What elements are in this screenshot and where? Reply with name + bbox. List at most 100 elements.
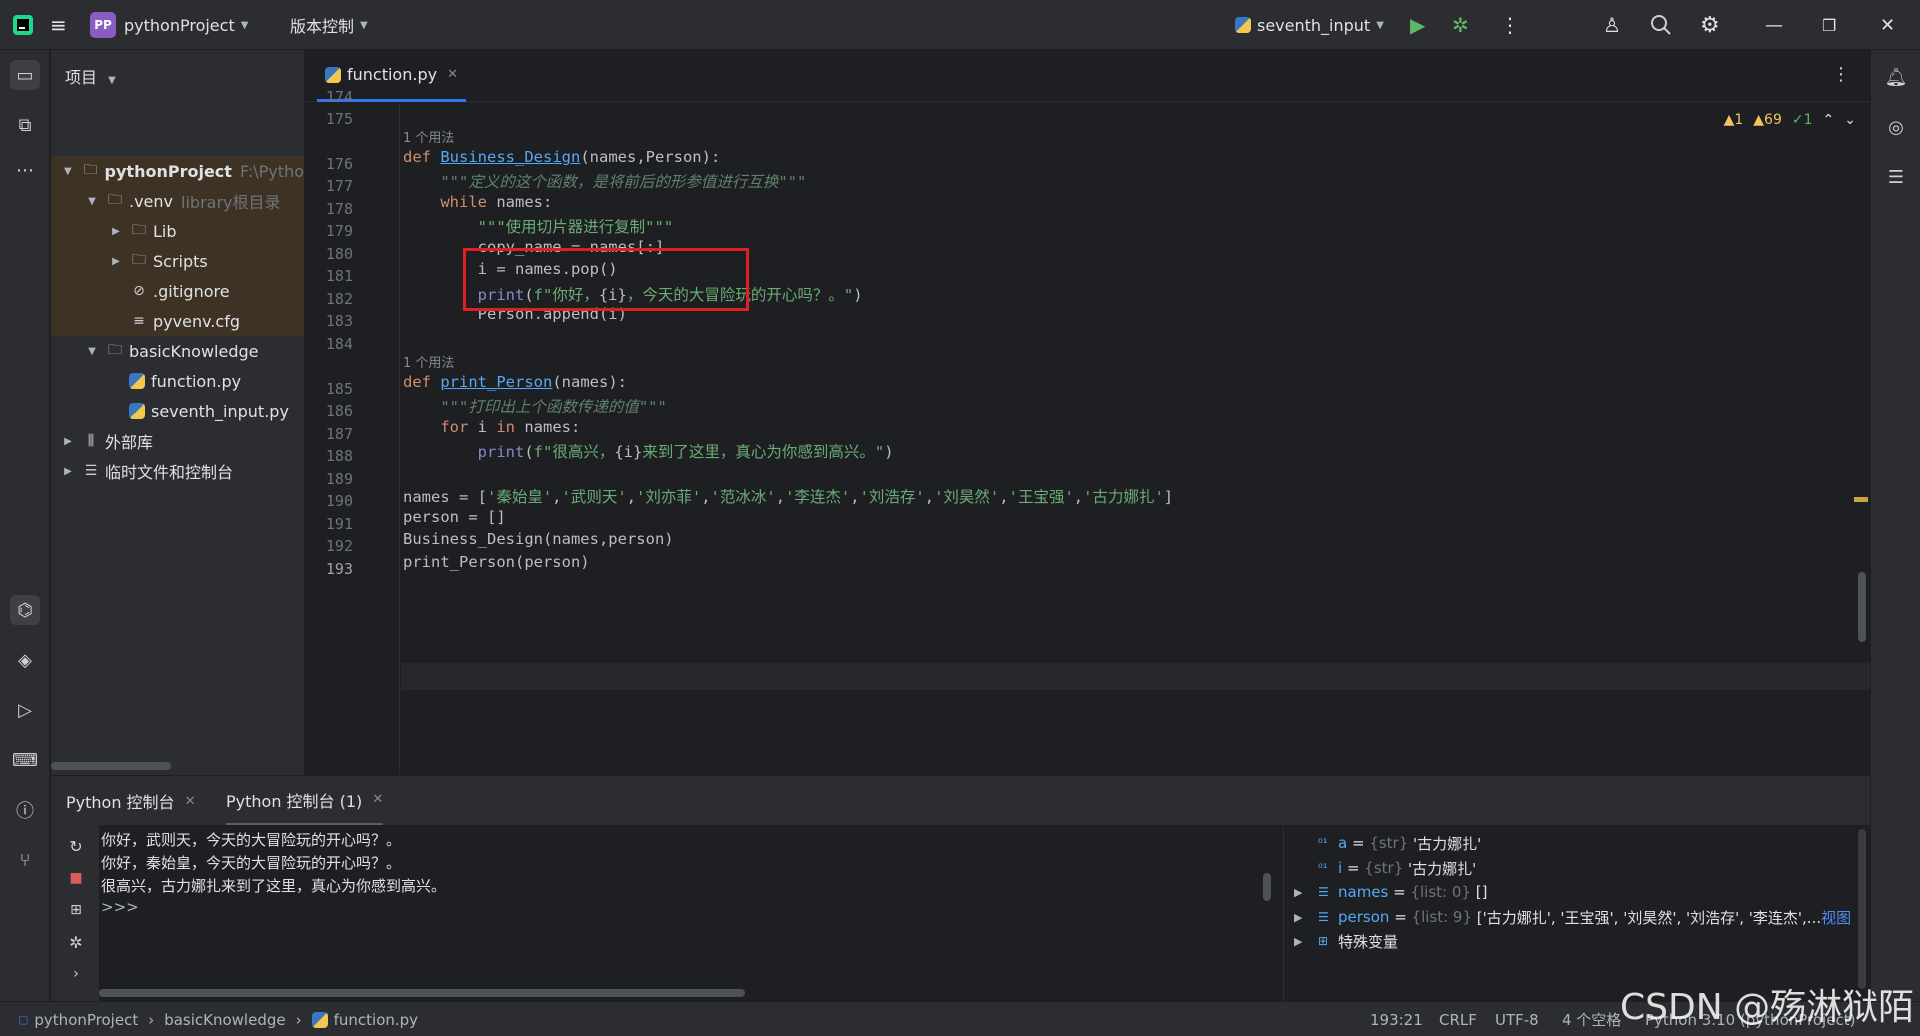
chevron-right-icon[interactable]: ▶ (61, 436, 75, 447)
chevron-right-icon[interactable]: ▶ (1294, 911, 1318, 924)
tab-python-console[interactable]: Python 控制台 ✕ (66, 776, 195, 826)
tree-item[interactable]: ▶ ⫼ 外部库 (51, 426, 304, 456)
line-number[interactable]: 183 (305, 312, 353, 330)
tree-item[interactable]: ⊘ .gitignore (51, 276, 304, 306)
more-tools-icon[interactable]: ⋯ (10, 155, 40, 185)
breadcrumb-project[interactable]: pythonProject (34, 1011, 138, 1029)
python-console-icon[interactable]: ⌬ (10, 595, 40, 625)
tree-item[interactable]: ▶ ☰ 临时文件和控制台 (51, 456, 304, 486)
tree-item[interactable]: ▶ 🗀︎ Lib (51, 216, 304, 246)
terminal-icon[interactable]: ⌨ (10, 745, 40, 775)
close-window-icon[interactable]: ✕ (1880, 0, 1895, 50)
line-number[interactable]: 187 (305, 425, 353, 443)
usage-hint[interactable]: 1 个用法 (403, 352, 454, 371)
inspection-widget[interactable]: ▲1 ▲69 ✓1 ⌃ ⌄ (1724, 112, 1856, 128)
line-number[interactable]: 180 (305, 245, 353, 263)
close-tab-icon[interactable]: ✕ (185, 794, 196, 809)
chevron-right-icon[interactable]: ▶ (1294, 886, 1318, 899)
ai-assistant-icon[interactable]: ◎ (1881, 112, 1911, 142)
tree-item[interactable]: ▼ 🗀︎ pythonProject F:\Pytho (51, 156, 304, 186)
line-number[interactable]: 190 (305, 492, 353, 510)
line-number[interactable]: 182 (305, 290, 353, 308)
chevron-down-icon[interactable]: ▼ (85, 346, 99, 357)
tab-python-console-1[interactable]: Python 控制台 (1) ✕ (226, 776, 384, 826)
warning-stripe-marker[interactable] (1854, 497, 1868, 502)
close-tab-icon[interactable]: ✕ (447, 67, 458, 82)
more-actions-icon[interactable]: ⋮ (1500, 0, 1520, 50)
line-number[interactable]: 177 (305, 177, 353, 195)
structure-icon[interactable]: ⧉ (10, 110, 40, 140)
project-panel-header[interactable]: 项目 ▼ (65, 64, 116, 88)
console-horizontal-scrollbar[interactable] (99, 989, 745, 997)
next-issue-icon[interactable]: ⌄ (1844, 112, 1856, 128)
git-icon[interactable]: ⑂ (10, 845, 40, 875)
line-number[interactable]: 175 (305, 110, 353, 128)
project-switcher[interactable]: PP pythonProject ▼ (90, 0, 248, 50)
stop-icon[interactable]: ■ (61, 863, 91, 893)
chevron-right-icon[interactable]: ▶ (61, 466, 75, 477)
line-number[interactable]: 186 (305, 402, 353, 420)
expand-icon[interactable]: › (61, 959, 91, 989)
line-number[interactable]: 176 (305, 155, 353, 173)
line-number[interactable]: 189 (305, 470, 353, 488)
problems-icon[interactable]: ⓘ (10, 795, 40, 825)
search-icon[interactable] (1650, 0, 1672, 50)
line-number[interactable]: 188 (305, 447, 353, 465)
variables-scrollbar[interactable] (1858, 829, 1866, 989)
usage-hint[interactable]: 1 个用法 (403, 127, 454, 146)
line-number[interactable]: 178 (305, 200, 353, 218)
code-editor[interactable]: ▲1 ▲69 ✓1 ⌃ ⌄ 1 个用法 def Business_Design(… (401, 102, 1870, 774)
app-logo-icon[interactable] (12, 0, 34, 50)
line-number[interactable]: 174 (305, 88, 353, 106)
line-number[interactable]: 179 (305, 222, 353, 240)
horizontal-scrollbar[interactable] (51, 762, 171, 770)
main-menu-icon[interactable]: ≡ (50, 0, 67, 50)
breadcrumb-folder[interactable]: basicKnowledge (164, 1011, 285, 1029)
vcs-menu[interactable]: 版本控制 ▼ (290, 0, 368, 50)
tree-item[interactable]: ▼ 🗀︎ .venv library根目录 (51, 186, 304, 216)
line-separator[interactable]: CRLF (1439, 1002, 1477, 1036)
line-number[interactable]: 185 (305, 380, 353, 398)
tree-item[interactable]: ▶ 🗀︎ Scripts (51, 246, 304, 276)
debug-icon[interactable]: ✲ (1452, 0, 1469, 50)
debug-console-icon[interactable]: ✲ (61, 927, 91, 957)
breadcrumb-file[interactable]: function.py (334, 1011, 418, 1029)
notifications-bell-icon[interactable]: 🔔︎ (1881, 62, 1911, 92)
line-number[interactable]: 181 (305, 267, 353, 285)
caret-position[interactable]: 193:21 (1370, 1002, 1423, 1036)
settings-gear-icon[interactable]: ⚙ (1700, 0, 1720, 50)
line-number[interactable]: 184 (305, 335, 353, 353)
chevron-right-icon[interactable]: ▶ (1294, 935, 1318, 948)
restore-icon[interactable]: ❐ (1822, 0, 1836, 50)
vertical-scrollbar[interactable] (1858, 572, 1866, 642)
chevron-down-icon[interactable]: ▼ (85, 196, 99, 207)
console-output[interactable]: 你好，武则天，今天的大冒险玩的开心吗？。 你好，秦始皇，今天的大冒险玩的开心吗？… (99, 825, 1275, 1001)
services-icon[interactable]: ▷ (10, 695, 40, 725)
python-packages-icon[interactable]: ◈ (10, 645, 40, 675)
tree-item[interactable]: ≡ pyvenv.cfg (51, 306, 304, 336)
line-number[interactable]: 191 (305, 515, 353, 533)
minimize-icon[interactable]: — (1765, 0, 1783, 50)
tab-options-icon[interactable]: ⋮ (1832, 64, 1850, 85)
indent-setting[interactable]: 4 个空格 (1562, 1002, 1621, 1036)
chevron-right-icon[interactable]: ▶ (109, 226, 123, 237)
tree-item[interactable]: ▼ 🗀︎ basicKnowledge (51, 336, 304, 366)
prev-issue-icon[interactable]: ⌃ (1823, 112, 1835, 128)
chevron-right-icon[interactable]: ▶ (109, 256, 123, 267)
tree-item[interactable]: seventh_input.py (51, 396, 304, 426)
project-folder-icon[interactable]: ▭ (10, 60, 40, 90)
new-console-icon[interactable]: ⊞ (61, 895, 91, 925)
tree-item[interactable]: function.py (51, 366, 304, 396)
run-icon[interactable]: ▶ (1410, 0, 1425, 50)
rerun-icon[interactable]: ↻ (61, 831, 91, 861)
file-encoding[interactable]: UTF-8 (1495, 1002, 1539, 1036)
database-icon[interactable]: ☰ (1881, 162, 1911, 192)
variable-row[interactable]: ▶ ⊞ 特殊变量 (1294, 926, 1398, 956)
close-tab-icon[interactable]: ✕ (372, 792, 383, 807)
line-number[interactable]: 192 (305, 537, 353, 555)
line-number[interactable]: 193 (305, 560, 353, 578)
console-vertical-scrollbar[interactable] (1263, 873, 1271, 901)
add-user-icon[interactable]: ♙ (1603, 0, 1621, 50)
view-link[interactable]: 视图 (1821, 907, 1851, 928)
console-prompt[interactable]: >>> (101, 898, 139, 916)
